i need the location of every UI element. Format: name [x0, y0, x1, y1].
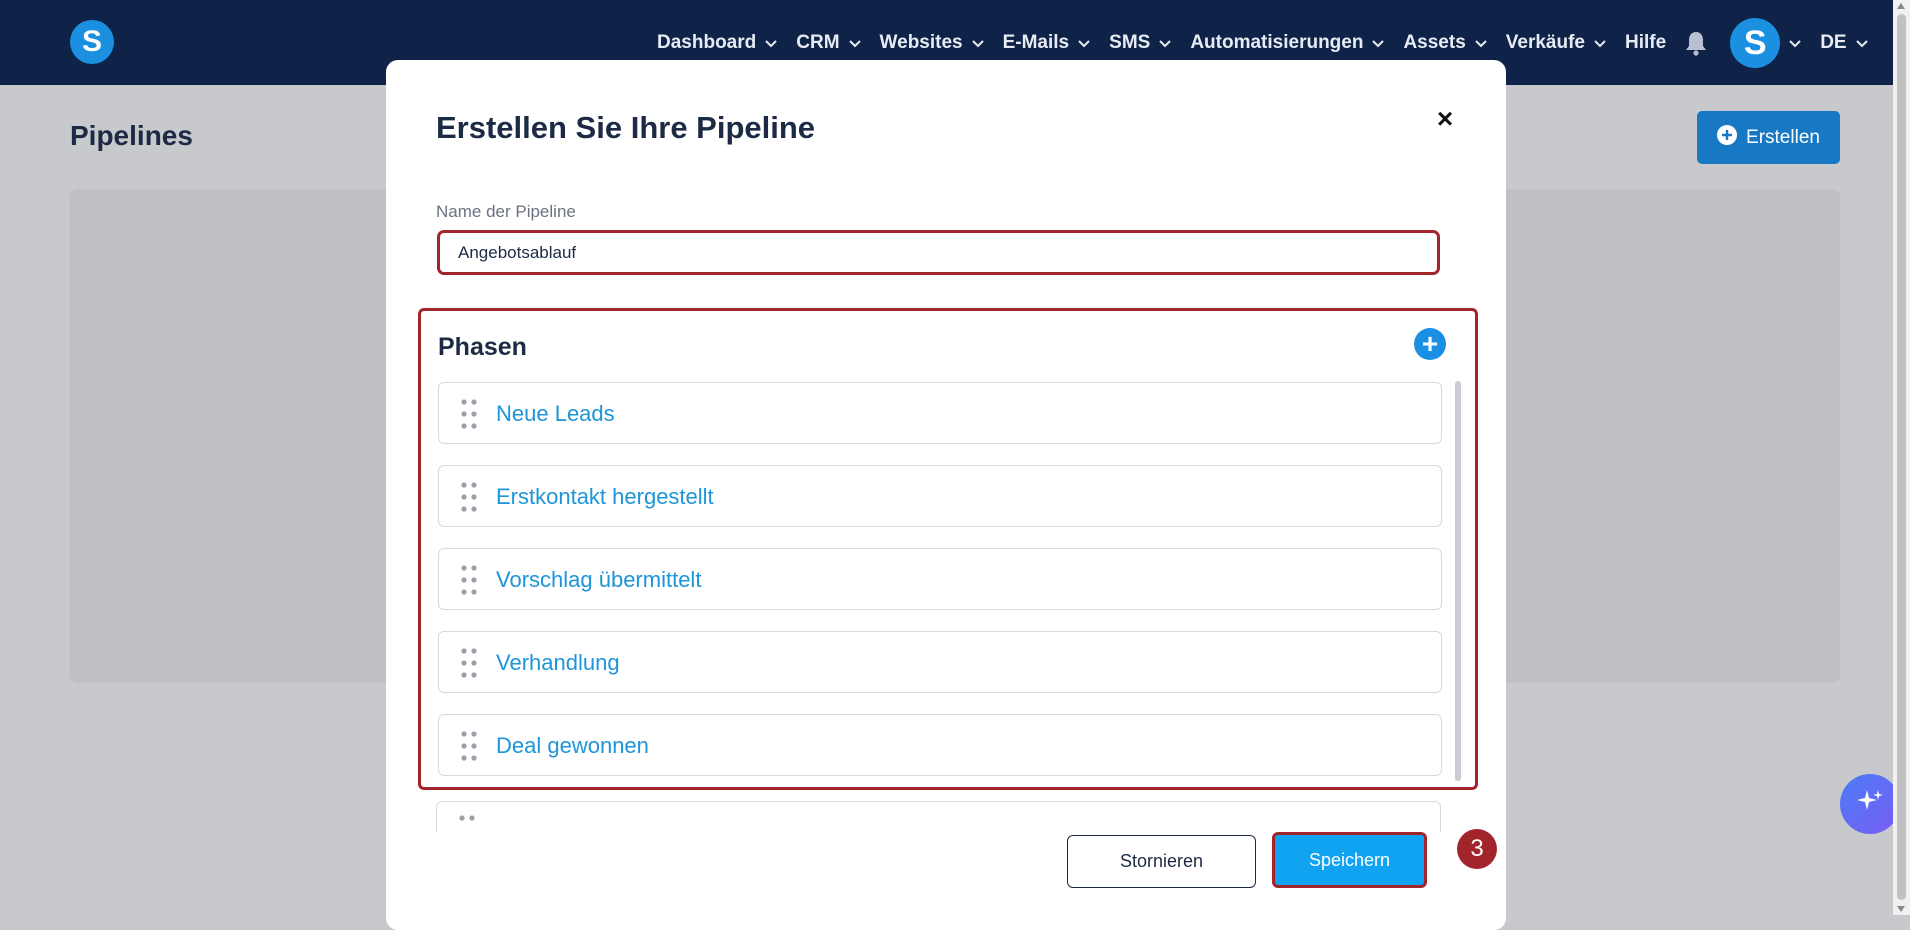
- nav-item-dashboard[interactable]: Dashboard: [657, 32, 778, 54]
- step-badge: 3: [1457, 829, 1497, 869]
- plus-circle-icon: [1717, 124, 1738, 151]
- scrollbar-thumb[interactable]: [1897, 14, 1906, 900]
- phase-name[interactable]: Erstkontakt hergestellt: [496, 466, 714, 528]
- nav-item-label: Dashboard: [657, 31, 757, 53]
- drag-handle-icon[interactable]: [459, 564, 479, 596]
- phase-item[interactable]: Verhandlung: [438, 631, 1442, 693]
- nav-item-label: E-Mails: [1002, 31, 1070, 53]
- nav-item-assets[interactable]: Assets: [1403, 32, 1487, 54]
- scroll-down-arrow-icon[interactable]: [1897, 906, 1905, 912]
- nav-item-label: Assets: [1403, 31, 1466, 53]
- drag-handle-icon[interactable]: [459, 730, 479, 762]
- chevron-down-icon: [1788, 36, 1802, 50]
- pipeline-name-label: Name der Pipeline: [436, 202, 576, 221]
- account-menu[interactable]: S: [1730, 17, 1802, 68]
- nav-item-automatisierungen[interactable]: Automatisierungen: [1190, 32, 1385, 54]
- chevron-down-icon: [848, 36, 862, 50]
- modal-title: Erstellen Sie Ihre Pipeline: [436, 110, 816, 145]
- nav-item-emails[interactable]: E-Mails: [1003, 32, 1092, 54]
- phase-list: Neue Leads Erstkontakt hergestellt Vorsc…: [438, 382, 1442, 787]
- nav-item-label: Hilfe: [1625, 31, 1667, 53]
- nav-item-hilfe[interactable]: Hilfe: [1625, 32, 1666, 54]
- language-label: DE: [1820, 31, 1847, 53]
- ai-assistant-button[interactable]: [1840, 774, 1900, 834]
- phase-item[interactable]: Erstkontakt hergestellt: [438, 465, 1442, 527]
- chevron-down-icon: [1855, 36, 1869, 50]
- chevron-down-icon: [971, 36, 985, 50]
- pipeline-name-input[interactable]: [437, 230, 1440, 275]
- nav-item-crm[interactable]: CRM: [796, 32, 861, 54]
- nav-item-label: Automatisierungen: [1190, 31, 1364, 53]
- create-pipeline-button[interactable]: Erstellen: [1697, 111, 1840, 164]
- phases-title: Phasen: [438, 333, 527, 361]
- phases-section: Phasen + Neue Leads Erstkontakt hergeste…: [418, 308, 1478, 790]
- bell-icon[interactable]: [1684, 30, 1708, 56]
- avatar: S: [1730, 17, 1781, 68]
- chevron-down-icon: [1593, 36, 1607, 50]
- drag-handle-icon[interactable]: [459, 398, 479, 430]
- add-phase-button[interactable]: +: [1414, 328, 1446, 360]
- chevron-down-icon: [1158, 36, 1172, 50]
- phase-list-scrollbar[interactable]: [1455, 381, 1461, 781]
- close-icon[interactable]: ×: [1430, 104, 1460, 134]
- phase-name[interactable]: Vorschlag übermittelt: [496, 549, 701, 611]
- drag-handle-icon[interactable]: [459, 481, 479, 513]
- nav-item-sms[interactable]: SMS: [1109, 32, 1172, 54]
- nav-item-websites[interactable]: Websites: [880, 32, 985, 54]
- language-selector[interactable]: DE: [1820, 32, 1868, 54]
- page-title: Pipelines: [70, 120, 193, 151]
- chevron-down-icon: [1371, 36, 1385, 50]
- phase-name[interactable]: Deal gewonnen: [496, 715, 649, 777]
- save-button[interactable]: Speichern: [1272, 832, 1427, 888]
- chevron-down-icon: [1474, 36, 1488, 50]
- phase-item[interactable]: Vorschlag übermittelt: [438, 548, 1442, 610]
- chevron-down-icon: [1077, 36, 1091, 50]
- nav-item-label: SMS: [1109, 31, 1151, 53]
- drag-handle-icon[interactable]: [459, 647, 479, 679]
- page-scrollbar[interactable]: [1893, 0, 1910, 915]
- scroll-up-arrow-icon[interactable]: [1897, 3, 1905, 9]
- nav-item-label: Verkäufe: [1505, 31, 1586, 53]
- drag-handle-icon[interactable]: [457, 814, 477, 832]
- nav-item-verkaeufe[interactable]: Verkäufe: [1506, 32, 1607, 54]
- nav-item-label: Websites: [879, 31, 963, 53]
- create-button-label: Erstellen: [1746, 126, 1820, 148]
- phase-item-partial[interactable]: [436, 801, 1441, 832]
- nav-item-label: CRM: [796, 31, 840, 53]
- phase-item[interactable]: Neue Leads: [438, 382, 1442, 444]
- create-pipeline-modal: Erstellen Sie Ihre Pipeline × Name der P…: [386, 60, 1506, 930]
- phase-name[interactable]: Verhandlung: [496, 632, 620, 694]
- phase-name[interactable]: Neue Leads: [496, 383, 615, 445]
- cancel-button[interactable]: Stornieren: [1067, 835, 1256, 888]
- phase-item[interactable]: Deal gewonnen: [438, 714, 1442, 776]
- chevron-down-icon: [764, 36, 778, 50]
- brand-logo[interactable]: S: [70, 20, 114, 64]
- sparkle-icon: [1855, 787, 1885, 822]
